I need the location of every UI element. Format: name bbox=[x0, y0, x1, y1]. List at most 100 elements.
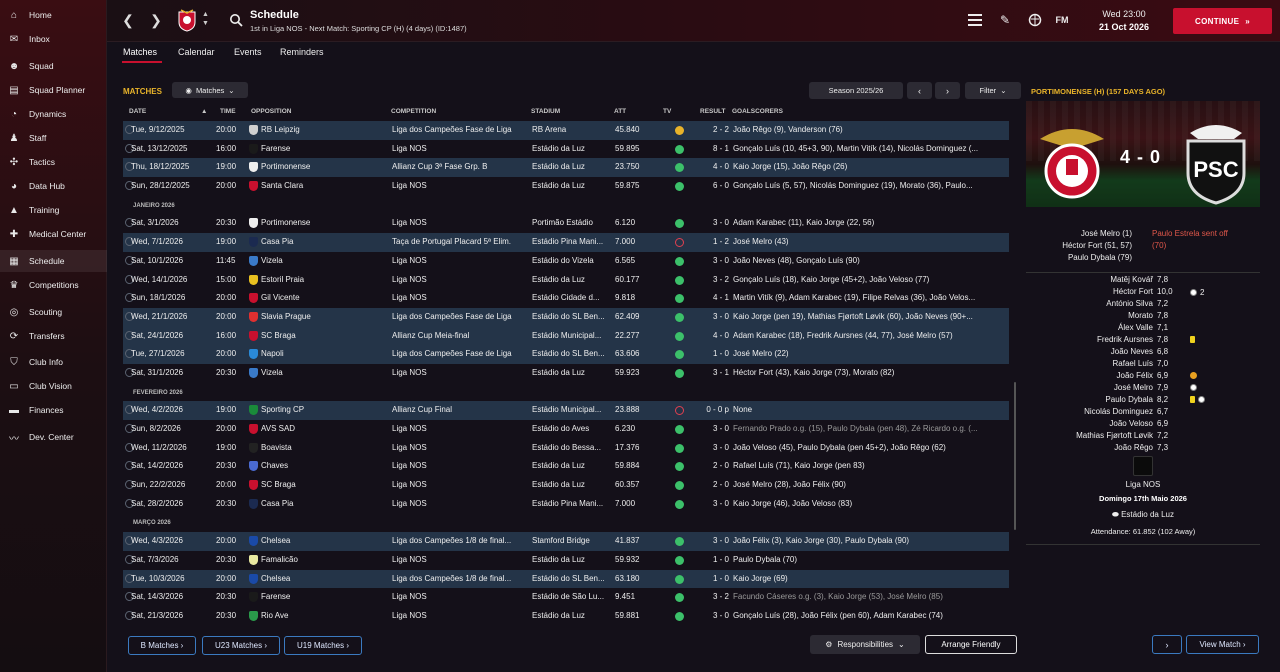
opponent-name[interactable]: Santa Clara bbox=[261, 181, 391, 190]
season-selector[interactable]: Season 2025/26 bbox=[809, 82, 903, 99]
opponent-name[interactable]: RB Leipzig bbox=[261, 125, 391, 134]
col-stadium[interactable]: STADIUM bbox=[531, 108, 560, 115]
match-result[interactable]: 3 - 0 bbox=[689, 312, 729, 321]
fm-logo-icon[interactable]: FM bbox=[1054, 12, 1070, 28]
menu-icon[interactable] bbox=[967, 12, 983, 28]
table-row[interactable]: Wed, 14/1/2026 15:00 Estoril Praia Liga NOS… bbox=[123, 271, 1009, 290]
match-result[interactable]: 8 - 1 bbox=[689, 144, 729, 153]
competition-name[interactable]: Taça de Portugal Placard 5ª Elim. bbox=[392, 237, 528, 246]
sidebar-item-finances[interactable]: ▬ Finances bbox=[0, 399, 107, 421]
sidebar-item-home[interactable]: ⌂ Home bbox=[0, 4, 107, 26]
col-tv[interactable]: TV bbox=[663, 108, 671, 115]
competition-name[interactable]: Liga NOS bbox=[392, 480, 528, 489]
table-row[interactable]: Wed, 21/1/2026 20:00 Slavia Prague Liga dos… bbox=[123, 307, 1009, 327]
sidebar-item-staff[interactable]: ♟ Staff bbox=[0, 127, 107, 149]
match-score-image[interactable]: 4 - 0 PSC bbox=[1026, 101, 1260, 207]
opponent-name[interactable]: Gil Vicente bbox=[261, 293, 391, 302]
sidebar-item-club-vision[interactable]: ▭ Club Vision bbox=[0, 375, 107, 397]
competition-name[interactable]: Liga NOS bbox=[392, 592, 528, 601]
match-result[interactable]: 2 - 0 bbox=[689, 461, 729, 470]
competition-name[interactable]: Liga dos Campeões 1/8 de final... bbox=[392, 536, 528, 545]
table-row[interactable]: Sat, 31/1/2026 20:30 Vizela Liga NOS Estádio… bbox=[123, 364, 1009, 383]
match-result[interactable]: 4 - 0 bbox=[689, 162, 729, 171]
competition-name[interactable]: Liga NOS bbox=[392, 424, 528, 433]
table-row[interactable]: Sat, 21/3/2026 20:30 Rio Ave Liga NOS Estádi… bbox=[123, 607, 1009, 626]
competition-name[interactable]: Liga NOS bbox=[392, 443, 528, 452]
table-row[interactable]: Tue, 27/1/2026 20:00 Napoli Liga dos Campeõ… bbox=[123, 345, 1009, 364]
sidebar-item-dev-center[interactable]: 〰 Dev. Center bbox=[0, 426, 107, 448]
tab-events[interactable]: Events bbox=[234, 47, 262, 57]
competition-name[interactable]: Liga dos Campeões Fase de Liga bbox=[392, 349, 528, 358]
opponent-name[interactable]: Casa Pia bbox=[261, 499, 391, 508]
match-result[interactable]: 3 - 2 bbox=[689, 592, 729, 601]
competition-name[interactable]: Liga NOS bbox=[392, 499, 528, 508]
rating-row[interactable]: Héctor Fort 10,0 2 bbox=[1026, 287, 1260, 299]
opponent-name[interactable]: Napoli bbox=[261, 349, 391, 358]
sidebar-item-scouting[interactable]: ◎ Scouting bbox=[0, 301, 107, 323]
table-row[interactable]: Tue, 9/12/2025 20:00 RB Leipzig Liga dos Ca… bbox=[123, 121, 1009, 140]
match-result[interactable]: 3 - 0 bbox=[689, 218, 729, 227]
match-result[interactable]: 3 - 0 bbox=[689, 536, 729, 545]
match-result[interactable]: 1 - 0 bbox=[689, 555, 729, 564]
table-row[interactable]: Tue, 10/3/2026 20:00 Chelsea Liga dos Campe… bbox=[123, 569, 1009, 589]
sidebar-item-club-info[interactable]: ⛉ Club Info bbox=[0, 351, 107, 373]
rating-row[interactable]: Álex Valle 7,1 bbox=[1026, 323, 1260, 335]
col-date[interactable]: DATE bbox=[129, 108, 146, 115]
opponent-name[interactable]: Vizela bbox=[261, 256, 391, 265]
rating-row[interactable]: João Rêgo 7,3 bbox=[1026, 443, 1260, 455]
col-goalscorers[interactable]: GOALSCORERS bbox=[732, 108, 783, 115]
view-dropdown[interactable]: ◉ Matches ⌄ bbox=[172, 82, 248, 98]
opponent-name[interactable]: Vizela bbox=[261, 368, 391, 377]
rating-row[interactable]: Matěj Kovář 7,8 bbox=[1026, 275, 1260, 287]
continue-button[interactable]: CONTINUE » bbox=[1173, 8, 1272, 34]
match-result[interactable]: 3 - 1 bbox=[689, 368, 729, 377]
sort-asc-icon[interactable]: ▲ bbox=[201, 108, 207, 115]
opponent-name[interactable]: Portimonense bbox=[261, 218, 391, 227]
sidebar-item-squad[interactable]: ☻ Squad bbox=[0, 55, 107, 77]
competition-name[interactable]: Liga NOS bbox=[392, 256, 528, 265]
table-row[interactable]: Wed, 4/3/2026 20:00 Chelsea Liga dos Campeõ… bbox=[123, 532, 1009, 551]
rating-row[interactable]: João Neves 6,8 bbox=[1026, 347, 1260, 359]
match-result[interactable]: 3 - 0 bbox=[689, 499, 729, 508]
opponent-name[interactable]: SC Braga bbox=[261, 331, 391, 340]
sidebar-item-competitions[interactable]: ♛ Competitions bbox=[0, 274, 107, 296]
table-row[interactable]: Sat, 3/1/2026 20:30 Portimonense Liga NOS Po… bbox=[123, 214, 1009, 233]
rating-row[interactable]: Morato 7,8 bbox=[1026, 311, 1260, 323]
opponent-name[interactable]: Rio Ave bbox=[261, 611, 391, 620]
scrollbar[interactable] bbox=[1014, 382, 1016, 530]
table-row[interactable]: Sun, 18/1/2026 20:00 Gil Vicente Liga NOS Es… bbox=[123, 289, 1009, 308]
competition-name[interactable]: Liga dos Campeões Fase de Liga bbox=[392, 125, 528, 134]
competition-name[interactable]: Liga NOS bbox=[392, 275, 528, 284]
opponent-name[interactable]: Boavista bbox=[261, 443, 391, 452]
competition-name[interactable]: Liga NOS bbox=[392, 144, 528, 153]
table-row[interactable]: Wed, 4/2/2026 19:00 Sporting CP Allianz Cup… bbox=[123, 401, 1009, 420]
rating-row[interactable]: Rafael Luís 7,0 bbox=[1026, 359, 1260, 371]
club-badge-icon[interactable] bbox=[177, 8, 197, 32]
rating-row[interactable]: Mathias Fjørtoft Løvik 7,2 bbox=[1026, 431, 1260, 443]
view-match-button[interactable]: View Match › bbox=[1186, 635, 1259, 654]
opponent-name[interactable]: Famalicão bbox=[261, 555, 391, 564]
opponent-name[interactable]: Sporting CP bbox=[261, 405, 391, 414]
opponent-name[interactable]: Slavia Prague bbox=[261, 312, 391, 321]
sidebar-item-training[interactable]: ▲ Training bbox=[0, 199, 107, 221]
table-row[interactable]: Sat, 10/1/2026 11:45 Vizela Liga NOS Estádio… bbox=[123, 252, 1009, 271]
back-arrow-icon[interactable]: ❮ bbox=[119, 11, 137, 29]
match-result[interactable]: 1 - 0 bbox=[689, 349, 729, 358]
opponent-name[interactable]: Estoril Praia bbox=[261, 275, 391, 284]
col-result[interactable]: RESULT bbox=[700, 108, 726, 115]
rating-row[interactable]: João Veloso 6,9 bbox=[1026, 419, 1260, 431]
rating-row[interactable]: Paulo Dybala 8,2 bbox=[1026, 395, 1260, 407]
sidebar-item-dynamics[interactable]: ◔ Dynamics bbox=[0, 103, 107, 125]
opponent-name[interactable]: Casa Pia bbox=[261, 237, 391, 246]
opponent-name[interactable]: AVS SAD bbox=[261, 424, 391, 433]
match-result[interactable]: 3 - 0 bbox=[689, 443, 729, 452]
match-result[interactable]: 6 - 0 bbox=[689, 181, 729, 190]
competition-name[interactable]: Liga dos Campeões 1/8 de final... bbox=[392, 574, 528, 583]
opponent-name[interactable]: Chaves bbox=[261, 461, 391, 470]
tab-calendar[interactable]: Calendar bbox=[178, 47, 215, 57]
forward-arrow-icon[interactable]: ❯ bbox=[147, 11, 165, 29]
table-row[interactable]: Sat, 14/2/2026 20:30 Chaves Liga NOS Estádio… bbox=[123, 457, 1009, 476]
sidebar-item-data-hub[interactable]: ◕ Data Hub bbox=[0, 175, 107, 197]
b-matches-button[interactable]: B Matches › bbox=[128, 636, 196, 655]
competition-name[interactable]: Liga NOS bbox=[392, 218, 528, 227]
